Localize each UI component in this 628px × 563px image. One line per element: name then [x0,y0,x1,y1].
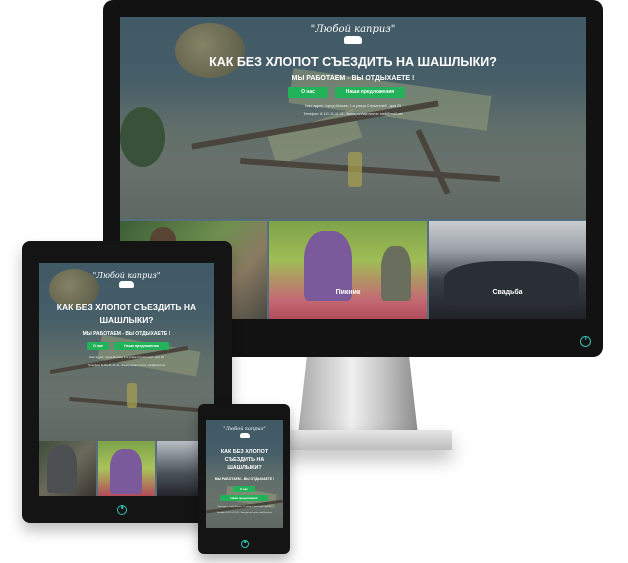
tablet-subtitle: МЫ РАБОТАЕМ - ВЫ ОТДЫХАЕТЕ ! [82,331,171,337]
tablet-phone-text: Телефон: 8-111-11-11-11, Электронная поч… [87,363,166,367]
phone-power-icon[interactable] [241,540,249,548]
offers-button[interactable]: Наши предложения [335,87,405,98]
phone-about-button[interactable]: О нас [233,486,255,492]
phone-screen: "Любой каприз" КАК БЕЗ ХЛОПОТ СЪЕЗДИТЬ Н… [206,420,283,528]
phone-headline-line1: КАК БЕЗ ХЛОПОТ [220,449,269,455]
phone-headline-line3: ШАШЛЫКИ? [227,465,262,471]
tablet-photo-person [47,445,77,493]
phone-headline-line2: СЪЕЗДИТЬ НА [224,457,265,463]
about-button[interactable]: О нас [288,87,328,98]
tablet-photo-girl [110,449,142,494]
tile-picnic-label: Пикник [335,289,361,296]
tablet-power-icon[interactable] [117,505,127,515]
tile-wedding-label: Свадьба [492,289,523,296]
page-headline: КАК БЕЗ ХЛОПОТ СЪЕЗДИТЬ НА ШАШЛЫКИ? [209,55,497,69]
phone-phone-text: Телефон: 8-111-11-11-11, Электронная поч… [216,512,273,514]
address-text: Наш адрес: город Москва, 1-я улица Строи… [304,104,402,108]
power-icon[interactable] [580,336,591,347]
tile-wedding[interactable]: Свадьба [429,221,586,319]
tablet-about-button[interactable]: О нас [87,342,109,350]
tablet-tile-picnic[interactable] [98,441,155,496]
logo[interactable]: "Любой каприз" [120,24,586,35]
tablet-headline-line1: КАК БЕЗ ХЛОПОТ СЪЕЗДИТЬ НА [56,302,197,312]
tile-picnic[interactable]: Пикник [269,221,427,319]
phone-car-icon [239,433,250,438]
car-icon [344,36,362,44]
tablet-headline-line2: ШАШЛЫКИ? [99,315,154,325]
tablet-address-text: Наш адрес: город Москва, 1-я улица Строи… [89,355,164,359]
monitor-stand-base [262,430,452,450]
tablet-car-icon [119,281,134,288]
photo-car [444,261,579,306]
monitor-stand-neck [298,350,418,435]
phone-offers-button[interactable]: Наши предложения [220,495,268,501]
phone-address-text: Наш адрес: город Москва, 1-я улица Строи… [217,506,272,508]
tablet-tile-nature[interactable] [39,441,96,496]
phone-subtitle: МЫ РАБОТАЕМ - ВЫ ОТДЫХАЕТЕ ! [214,477,275,481]
phone-logo[interactable]: "Любой каприз" [206,426,283,432]
phone-text: Телефон: 8-111-11-11-11, Электронная поч… [303,112,403,116]
tablet-screen: "Любой каприз" КАК БЕЗ ХЛОПОТ СЪЕЗДИТЬ Н… [39,263,214,496]
tablet-logo[interactable]: "Любой каприз" [39,271,214,280]
tablet-offers-button[interactable]: Наши предложения [114,342,169,350]
page-subtitle: МЫ РАБОТАЕМ - ВЫ ОТДЫХАЕТЕ ! [291,75,415,82]
